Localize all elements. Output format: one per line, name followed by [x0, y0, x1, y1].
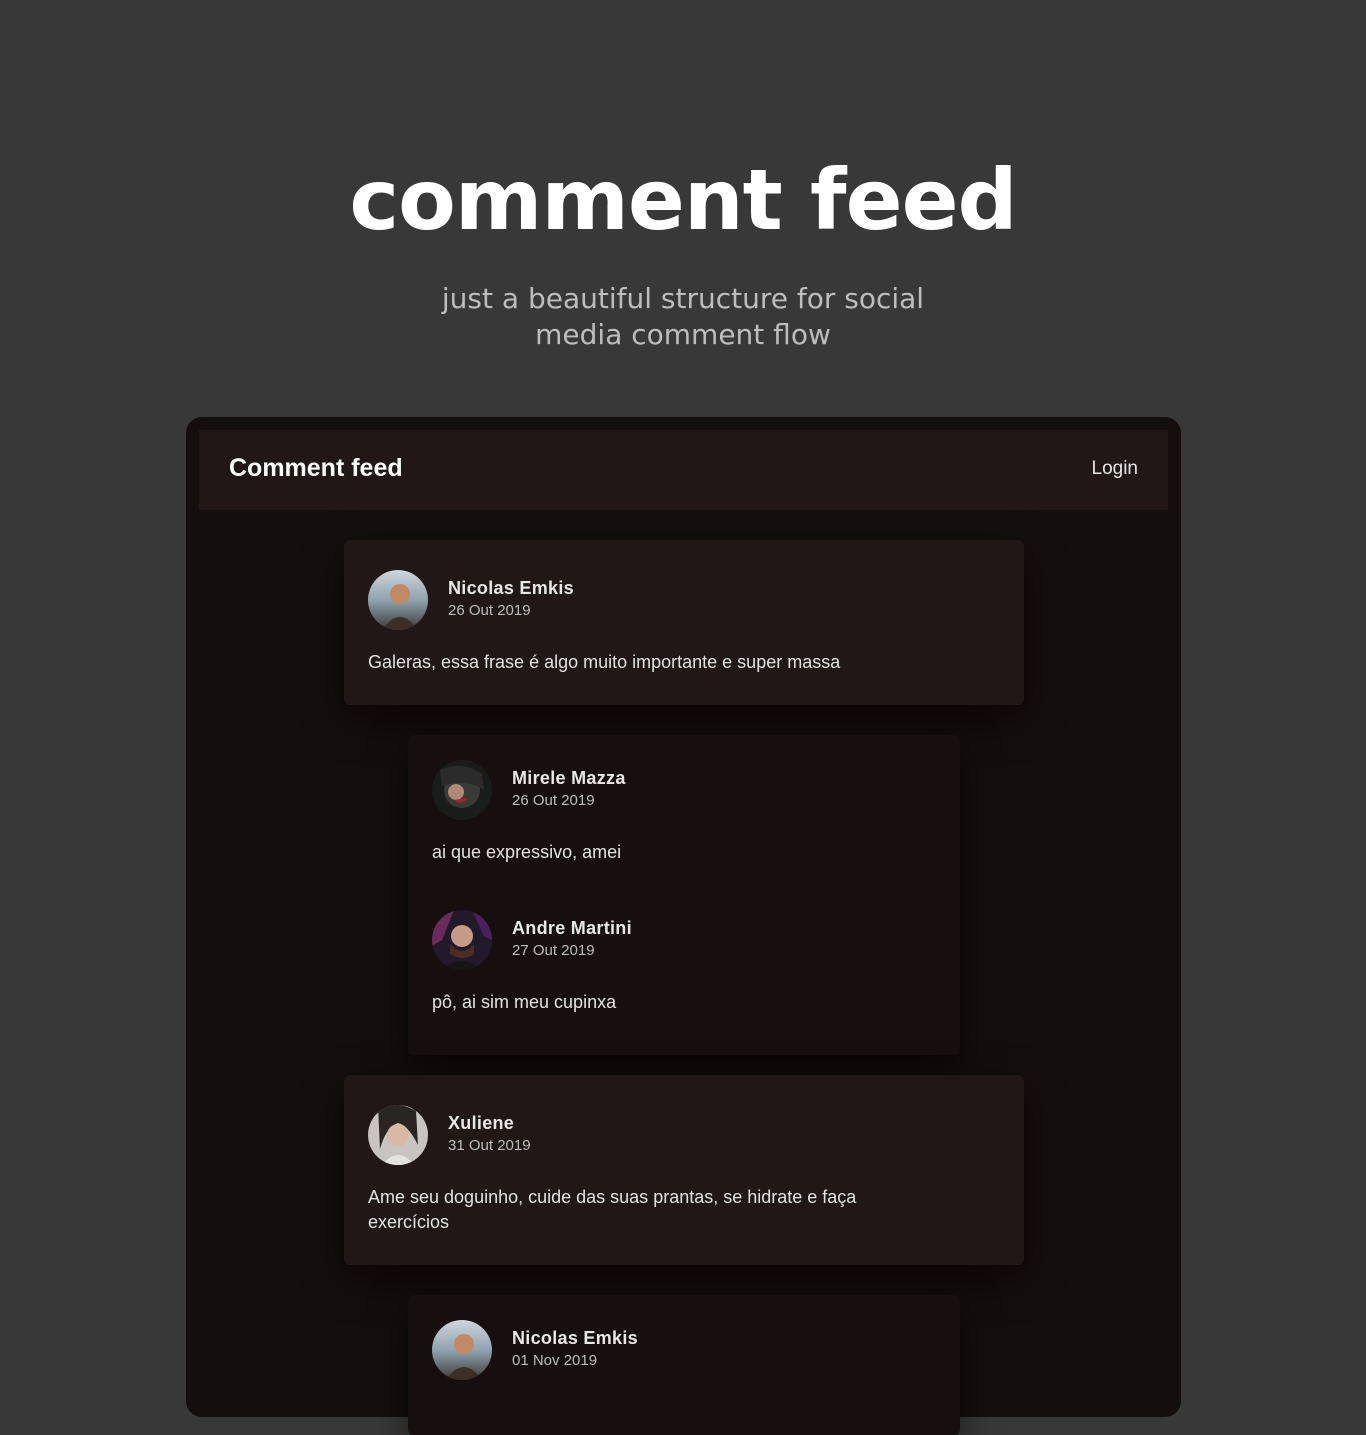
mirele-avatar[interactable]: [432, 760, 492, 820]
reply-card: Mirele Mazza 26 Out 2019 ai que expressi…: [408, 735, 960, 1055]
comment-date: 31 Out 2019: [448, 1137, 531, 1154]
comment-author[interactable]: Nicolas Emkis: [448, 578, 574, 599]
comment-date: 26 Out 2019: [448, 602, 531, 619]
hero-subtitle: just a beautiful structure for social me…: [441, 282, 925, 351]
login-link[interactable]: Login: [1092, 458, 1139, 480]
reply-card: Nicolas Emkis 01 Nov 2019: [408, 1295, 960, 1435]
reply-author[interactable]: Andre Martini: [512, 918, 632, 939]
reply-text: pô, ai sim meu cupinxa: [432, 992, 617, 1012]
app-header: Comment feed Login: [199, 430, 1168, 510]
comment-text: Ame seu doguinho, cuide das suas prantas…: [368, 1187, 857, 1232]
xuliene-avatar[interactable]: [368, 1105, 428, 1165]
comment-text: Galeras, essa frase é algo muito importa…: [368, 652, 841, 672]
reply-date: 01 Nov 2019: [512, 1352, 598, 1369]
hero-title: comment feed: [349, 151, 1017, 249]
nicolas-avatar[interactable]: [432, 1320, 492, 1380]
reply-author[interactable]: Nicolas Emkis: [512, 1328, 638, 1349]
reply-text: ai que expressivo, amei: [432, 842, 622, 862]
comment-feed-app: Comment feed Login Nicolas Emkis 26 Out …: [186, 417, 1181, 1435]
comment-card: Nicolas Emkis 26 Out 2019 Galeras, essa …: [344, 540, 1024, 705]
reply-author[interactable]: Mirele Mazza: [512, 768, 626, 789]
comment-card: Xuliene 31 Out 2019 Ame seu doguinho, cu…: [344, 1075, 1024, 1265]
andre-avatar[interactable]: [432, 910, 492, 970]
reply-date: 26 Out 2019: [512, 792, 595, 809]
comment-author[interactable]: Xuliene: [448, 1113, 514, 1134]
nicolas-avatar[interactable]: [368, 570, 428, 630]
reply-date: 27 Out 2019: [512, 942, 595, 959]
brand-title: Comment feed: [229, 454, 403, 482]
